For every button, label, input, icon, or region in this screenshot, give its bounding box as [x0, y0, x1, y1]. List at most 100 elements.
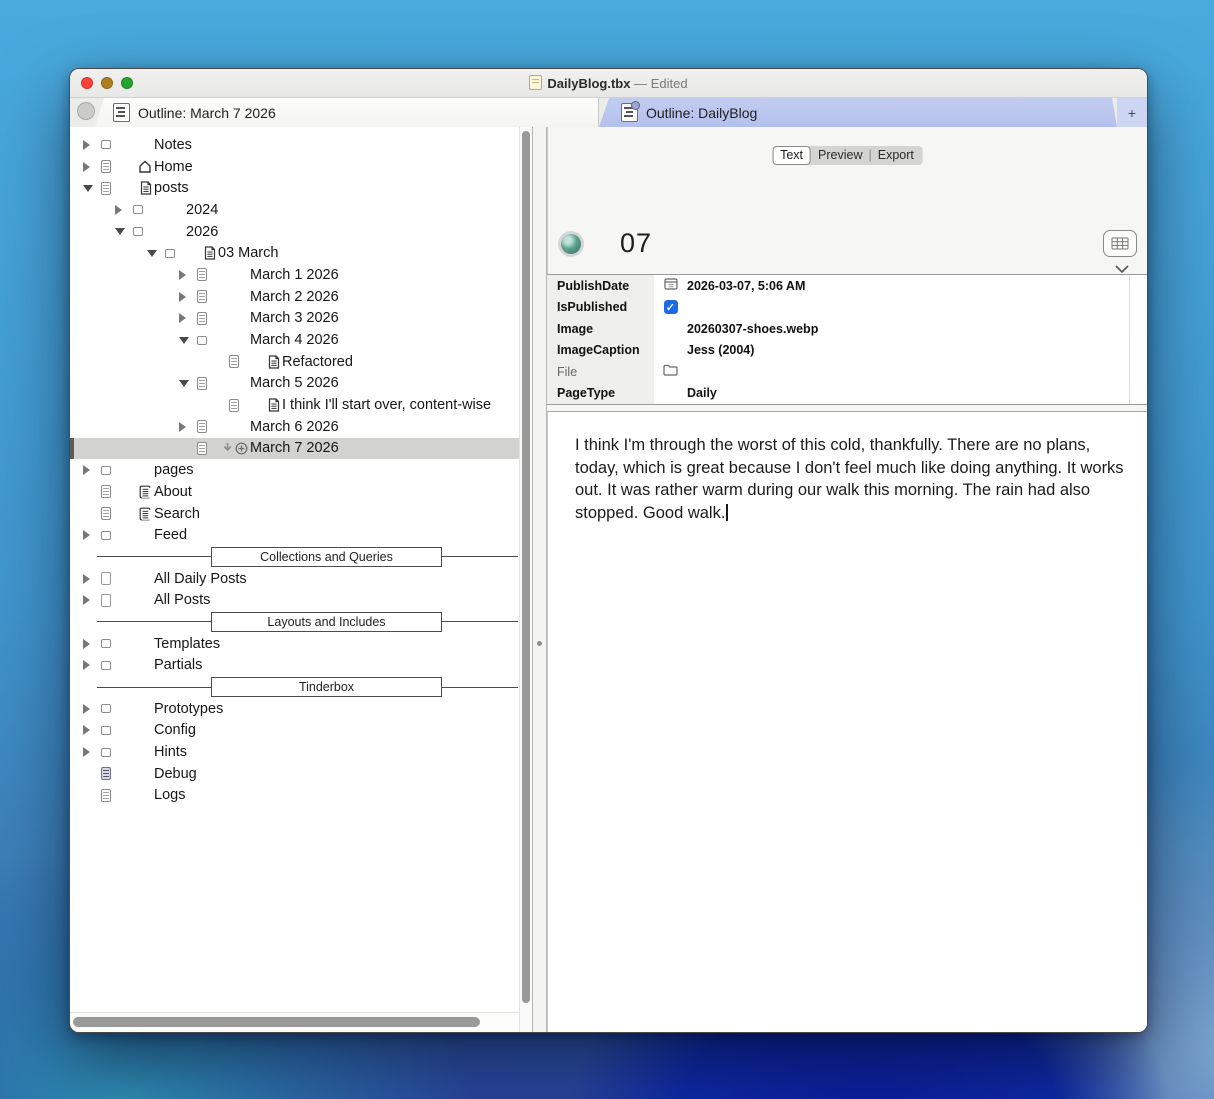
note-icon	[101, 160, 111, 173]
outline-row[interactable]: 2026	[70, 221, 519, 243]
outline-row[interactable]: Search	[70, 503, 519, 525]
outline-row[interactable]: Prototypes	[70, 698, 519, 720]
outline-row[interactable]: Notes	[70, 134, 519, 156]
divider-handle[interactable]	[537, 641, 542, 646]
disclosure-collapsed-icon[interactable]	[83, 725, 101, 735]
disclosure-collapsed-icon[interactable]	[83, 747, 101, 757]
outline-row[interactable]: posts	[70, 177, 519, 199]
outline-row[interactable]: Config	[70, 720, 519, 742]
outline-item-label: All Daily Posts	[154, 571, 247, 587]
outline-row[interactable]: 03 March	[70, 242, 519, 264]
icon-gap	[244, 398, 282, 412]
attribute-row[interactable]: File	[547, 361, 1147, 383]
vertical-scrollbar-thumb[interactable]	[522, 131, 530, 1003]
attribute-value[interactable]: Daily	[687, 386, 717, 400]
outline-tree: Notes Home posts 2024 2026 03 MarchMarch 1 20…	[70, 134, 519, 806]
disclosure-collapsed-icon[interactable]	[83, 140, 101, 150]
attribute-value[interactable]: 2026-03-07, 5:06 AM	[687, 279, 805, 293]
outline-row[interactable]: March 3 2026	[70, 308, 519, 330]
note-body-text[interactable]: I think I'm through the worst of this co…	[575, 434, 1127, 524]
note-icon	[101, 182, 111, 195]
arrow-down-icon[interactable]	[222, 442, 233, 454]
outline-row[interactable]: Feed	[70, 524, 519, 546]
outline-row[interactable]: Debug	[70, 763, 519, 785]
disclosure-collapsed-icon[interactable]	[83, 660, 101, 670]
tab-overview-circle[interactable]	[77, 102, 95, 120]
plus-circle-icon[interactable]	[235, 442, 248, 455]
outline-item-label: 2024	[186, 202, 218, 218]
disclosure-collapsed-icon[interactable]	[179, 313, 197, 323]
note-icon	[197, 442, 207, 455]
tab-text-view[interactable]: Text	[772, 146, 811, 165]
outline-row[interactable]: Partials	[70, 655, 519, 677]
tab-outline-dailyblog[interactable]: Outline: DailyBlog	[599, 98, 1117, 127]
titlebar[interactable]: DailyBlog.tbx — Edited	[70, 69, 1147, 98]
disclosure-collapsed-icon[interactable]	[83, 595, 101, 605]
attribute-table-button[interactable]	[1103, 230, 1137, 257]
disclosure-collapsed-icon[interactable]	[83, 162, 101, 172]
disclosure-collapsed-icon[interactable]	[83, 465, 101, 475]
horizontal-scrollbar[interactable]	[70, 1012, 519, 1032]
outline-row[interactable]: 2024	[70, 199, 519, 221]
outline-row[interactable]: Logs	[70, 785, 519, 807]
new-tab-button[interactable]: +	[1117, 98, 1147, 127]
tab-export-view[interactable]: Export	[878, 148, 914, 162]
tab-preview-view[interactable]: Preview	[818, 148, 862, 162]
outline-item-label: 2026	[186, 224, 218, 240]
separator-line	[97, 556, 211, 557]
ispublished-checkbox[interactable]: ✓	[664, 300, 678, 314]
note-text-area[interactable]: I think I'm through the worst of this co…	[547, 411, 1147, 1032]
outline-row[interactable]: March 7 2026	[70, 438, 519, 460]
vertical-scrollbar[interactable]	[519, 127, 532, 1032]
disclosure-expanded-icon[interactable]	[115, 228, 133, 235]
attribute-row[interactable]: PublishDate2026-03-07, 5:06 AM	[547, 275, 1147, 297]
disclosure-expanded-icon[interactable]	[147, 250, 165, 257]
outline-row[interactable]: Home	[70, 156, 519, 178]
attribute-row[interactable]: Image20260307-shoes.webp	[547, 318, 1147, 340]
container-icon	[101, 466, 111, 475]
note-color-orb[interactable]	[561, 234, 581, 254]
outline-row[interactable]: March 5 2026	[70, 373, 519, 395]
pane-divider[interactable]	[532, 127, 547, 1032]
outline-row[interactable]: All Posts	[70, 589, 519, 611]
outline-row[interactable]: March 2 2026	[70, 286, 519, 308]
disclosure-collapsed-icon[interactable]	[83, 704, 101, 714]
container-icon	[101, 726, 111, 735]
outline-item-label: Home	[154, 159, 193, 175]
disclosure-collapsed-icon[interactable]	[179, 422, 197, 432]
disclosure-expanded-icon[interactable]	[83, 185, 101, 192]
outline-row[interactable]: March 1 2026	[70, 264, 519, 286]
disclosure-expanded-icon[interactable]	[179, 380, 197, 387]
disclosure-collapsed-icon[interactable]	[179, 292, 197, 302]
horizontal-scrollbar-thumb[interactable]	[73, 1017, 480, 1027]
attribute-row[interactable]: IsPublished✓	[547, 297, 1147, 319]
outline-view-icon	[113, 103, 130, 122]
note-title[interactable]: 07	[620, 228, 652, 259]
note-icon	[101, 485, 111, 498]
disclosure-collapsed-icon[interactable]	[179, 270, 197, 280]
attribute-row[interactable]: PageTypeDaily	[547, 383, 1147, 405]
outline-row[interactable]: I think I'll start over, content-wise	[70, 394, 519, 416]
note-empty-icon	[101, 594, 111, 607]
outline-view-icon	[621, 103, 638, 122]
calendar-icon	[664, 277, 678, 295]
outline-row[interactable]: March 6 2026	[70, 416, 519, 438]
disclosure-expanded-icon[interactable]	[179, 337, 197, 344]
outline-row[interactable]: pages	[70, 459, 519, 481]
attribute-value[interactable]: Jess (2004)	[687, 343, 754, 357]
outline-item-label: March 4 2026	[250, 332, 339, 348]
attribute-row[interactable]: ImageCaptionJess (2004)	[547, 340, 1147, 362]
outline-row[interactable]: All Daily Posts	[70, 568, 519, 590]
page-icon	[204, 246, 216, 260]
disclosure-collapsed-icon[interactable]	[83, 639, 101, 649]
outline-row[interactable]: Templates	[70, 633, 519, 655]
outline-row[interactable]: March 4 2026	[70, 329, 519, 351]
outline-row[interactable]: Refactored	[70, 351, 519, 373]
disclosure-collapsed-icon[interactable]	[83, 530, 101, 540]
disclosure-collapsed-icon[interactable]	[115, 205, 133, 215]
attribute-value[interactable]: 20260307-shoes.webp	[687, 322, 818, 336]
outline-row[interactable]: About	[70, 481, 519, 503]
disclosure-collapsed-icon[interactable]	[83, 574, 101, 584]
tab-outline-march7[interactable]: Outline: March 7 2026	[95, 98, 599, 127]
outline-row[interactable]: Hints	[70, 741, 519, 763]
